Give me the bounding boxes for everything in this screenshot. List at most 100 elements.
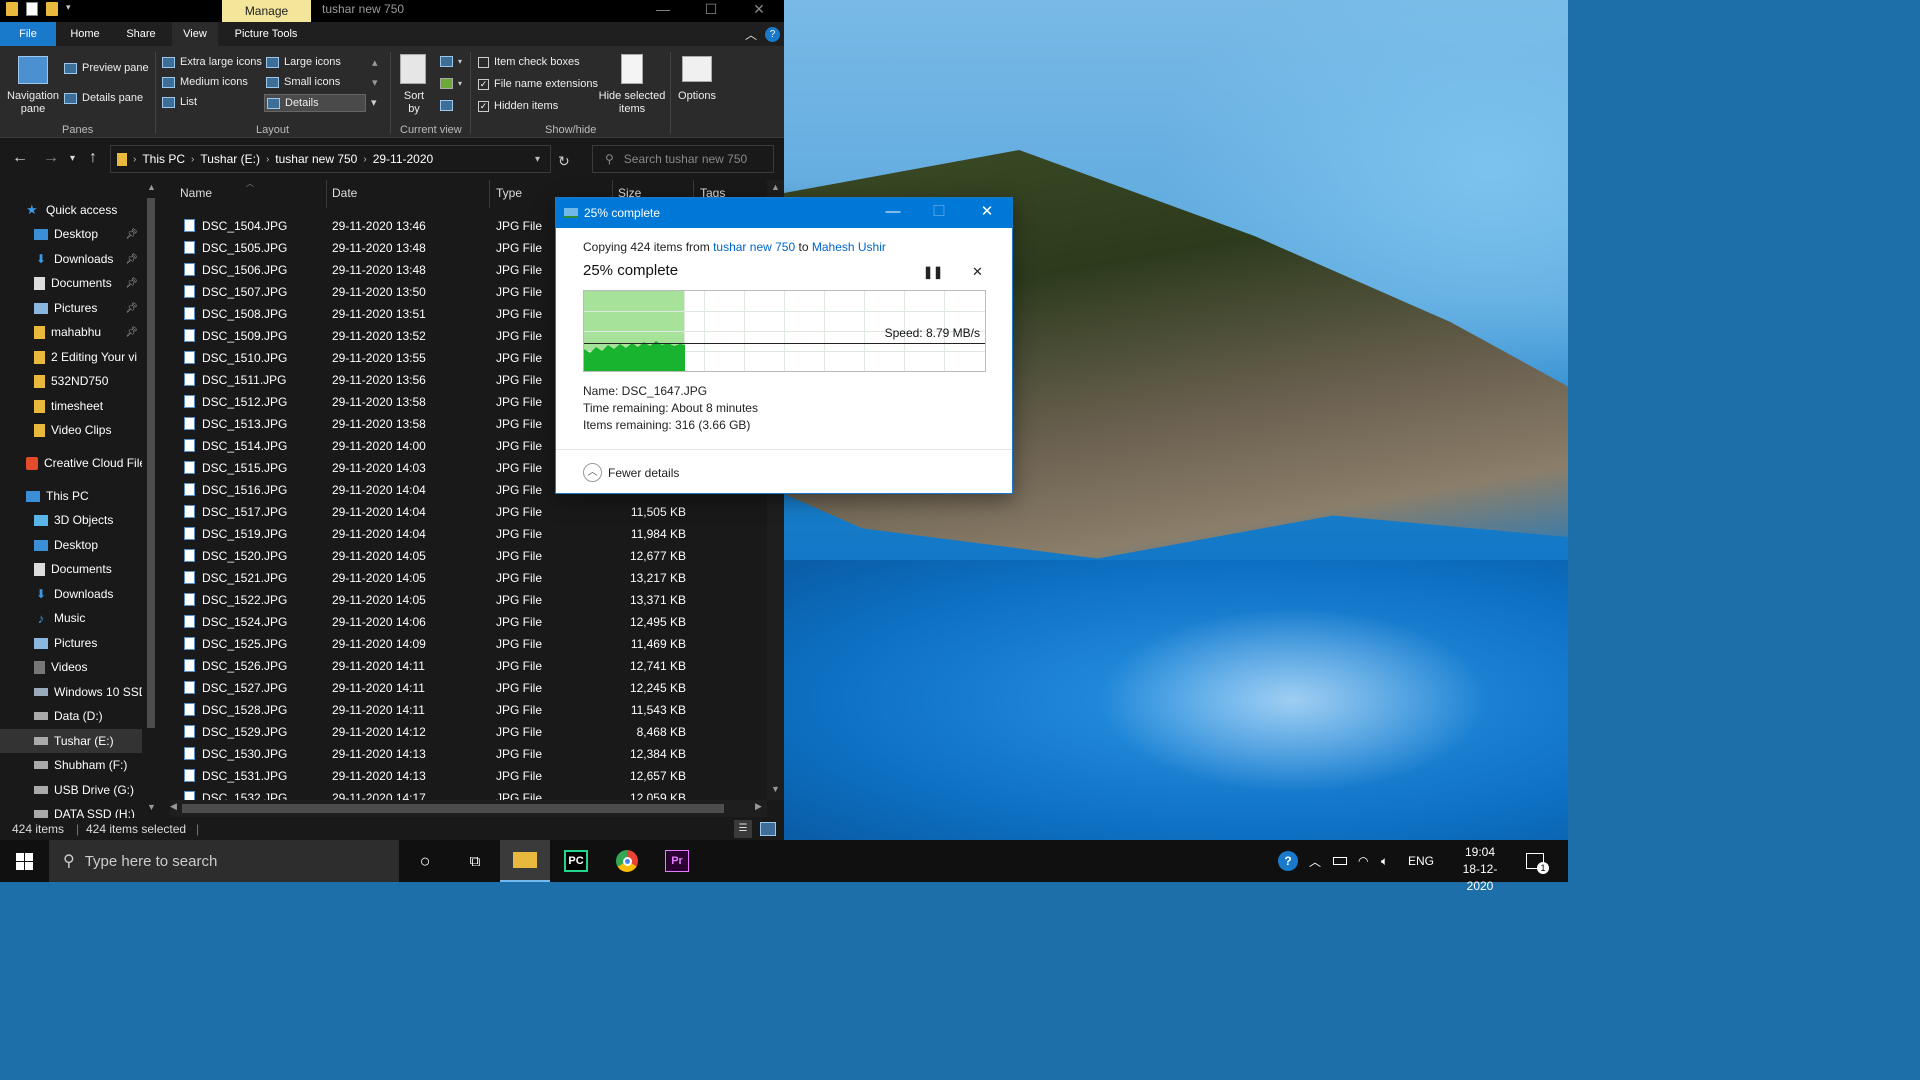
battery-icon[interactable] bbox=[1333, 840, 1347, 882]
nav-scrollbar[interactable]: ▲ ▼ bbox=[145, 182, 157, 818]
nav-quick-downloads[interactable]: ⬇ Downloads 📌︎ bbox=[0, 247, 142, 271]
large-icons-option[interactable]: Large icons bbox=[266, 56, 341, 68]
customize-toolbar-icon[interactable]: ▾ bbox=[66, 2, 76, 16]
file-explorer-icon[interactable] bbox=[500, 840, 550, 882]
wifi-icon[interactable]: ◠ bbox=[1358, 840, 1368, 882]
options-icon[interactable] bbox=[682, 56, 712, 82]
layout-scroll-down-icon[interactable]: ▾ bbox=[372, 76, 378, 89]
nav-quick-video-clips[interactable]: Video Clips bbox=[0, 418, 142, 442]
back-arrow-icon[interactable]: ← bbox=[12, 149, 28, 167]
column-divider[interactable] bbox=[489, 180, 490, 208]
sort-icon[interactable] bbox=[400, 54, 426, 84]
source-folder-link[interactable]: tushar new 750 bbox=[713, 240, 795, 254]
table-row[interactable]: DSC_1529.JPG 29-11-2020 14:12 JPG File 8,46… bbox=[180, 721, 770, 743]
recent-locations-icon[interactable]: ▾ bbox=[70, 153, 75, 164]
scroll-up-icon[interactable]: ▲ bbox=[147, 182, 156, 192]
nav-quick-editing[interactable]: 2 Editing Your vi bbox=[0, 345, 142, 369]
navigation-pane-icon[interactable] bbox=[18, 56, 48, 84]
table-row[interactable]: DSC_1524.JPG 29-11-2020 14:06 JPG File 12,4… bbox=[180, 611, 770, 633]
taskbar-search-box[interactable]: ⚲ Type here to search bbox=[49, 840, 399, 882]
tab-share[interactable]: Share bbox=[116, 22, 166, 46]
up-arrow-icon[interactable]: ↑ bbox=[89, 149, 97, 167]
pycharm-icon[interactable]: PC bbox=[551, 840, 601, 882]
pause-button[interactable]: ❚❚ bbox=[923, 265, 943, 279]
chevron-right-icon[interactable]: › bbox=[133, 154, 136, 165]
dialog-minimize-button[interactable]: — bbox=[870, 198, 916, 228]
nav-quick-access[interactable]: ★ Quick access bbox=[0, 198, 142, 222]
breadcrumb-current-folder[interactable]: 29-11-2020 bbox=[373, 152, 434, 166]
cortana-icon[interactable]: ○ bbox=[400, 840, 450, 882]
breadcrumb-this-pc[interactable]: This PC bbox=[142, 152, 185, 166]
minimize-button[interactable]: — bbox=[640, 0, 686, 22]
scroll-up-icon[interactable]: ▲ bbox=[771, 182, 780, 192]
destination-folder-link[interactable]: Mahesh Ushir bbox=[812, 240, 886, 254]
nav-tushar-e[interactable]: Tushar (E:) bbox=[0, 729, 142, 753]
pin-icon[interactable]: 📌︎ bbox=[125, 254, 138, 265]
table-row[interactable]: DSC_1517.JPG 29-11-2020 14:04 JPG File 11,5… bbox=[180, 501, 770, 523]
extra-large-icons-option[interactable]: Extra large icons bbox=[162, 56, 262, 68]
notifications-icon[interactable]: 1 bbox=[1526, 840, 1549, 882]
address-bar[interactable]: › This PC › Tushar (E:) › tushar new 750… bbox=[110, 145, 551, 173]
scroll-down-icon[interactable]: ▼ bbox=[147, 802, 156, 812]
help-tray-icon[interactable]: ? bbox=[1278, 840, 1298, 882]
medium-icons-option[interactable]: Medium icons bbox=[162, 76, 248, 88]
chevron-down-icon[interactable]: ▾ bbox=[535, 154, 540, 165]
item-check-boxes-toggle[interactable]: Item check boxes bbox=[478, 56, 580, 68]
pin-icon[interactable]: 📌︎ bbox=[125, 327, 138, 338]
dialog-close-button[interactable]: ✕ bbox=[964, 198, 1010, 228]
chevron-right-icon[interactable]: › bbox=[266, 154, 269, 165]
taskbar-clock[interactable]: 19:04 18-12-2020 bbox=[1450, 844, 1510, 895]
column-divider[interactable] bbox=[326, 180, 327, 208]
nav-downloads[interactable]: ⬇ Downloads bbox=[0, 582, 142, 606]
table-row[interactable]: DSC_1520.JPG 29-11-2020 14:05 JPG File 12,6… bbox=[180, 545, 770, 567]
table-row[interactable]: DSC_1532.JPG 29-11-2020 14:17 JPG File 12,0… bbox=[180, 787, 770, 800]
chrome-icon[interactable] bbox=[602, 840, 652, 882]
group-by-button[interactable]: ▾ bbox=[440, 56, 462, 67]
collapse-ribbon-icon[interactable]: ︿ bbox=[745, 26, 757, 43]
tab-view[interactable]: View bbox=[172, 22, 218, 46]
nav-shubham-f[interactable]: Shubham (F:) bbox=[0, 753, 142, 777]
table-row[interactable]: DSC_1531.JPG 29-11-2020 14:13 JPG File 12,6… bbox=[180, 765, 770, 787]
hidden-items-toggle[interactable]: ✓ Hidden items bbox=[478, 100, 558, 112]
start-button[interactable] bbox=[0, 840, 48, 882]
scroll-left-icon[interactable]: ◀ bbox=[170, 801, 177, 812]
column-type[interactable]: Type bbox=[496, 186, 522, 200]
file-name-extensions-toggle[interactable]: ✓ File name extensions bbox=[478, 78, 598, 90]
size-columns-button[interactable] bbox=[440, 100, 453, 111]
table-row[interactable]: DSC_1525.JPG 29-11-2020 14:09 JPG File 11,4… bbox=[180, 633, 770, 655]
pin-icon[interactable]: 📌︎ bbox=[125, 229, 138, 240]
column-name[interactable]: Name bbox=[180, 186, 212, 200]
pin-icon[interactable]: 📌︎ bbox=[125, 278, 138, 289]
navigation-pane-button[interactable]: Navigation pane bbox=[4, 90, 62, 116]
nav-this-pc[interactable]: This PC bbox=[0, 484, 142, 508]
table-row[interactable]: DSC_1527.JPG 29-11-2020 14:11 JPG File 12,2… bbox=[180, 677, 770, 699]
table-row[interactable]: DSC_1519.JPG 29-11-2020 14:04 JPG File 11,9… bbox=[180, 523, 770, 545]
nav-pictures[interactable]: Pictures bbox=[0, 631, 142, 655]
item-check-boxes-checkbox[interactable] bbox=[478, 56, 489, 68]
details-pane-button[interactable]: Details pane bbox=[64, 92, 143, 104]
maximize-button[interactable]: ☐ bbox=[688, 0, 734, 22]
tab-file[interactable]: File bbox=[0, 22, 56, 46]
nav-data-ssd-h[interactable]: DATA SSD (H:) bbox=[0, 802, 142, 818]
nav-usb-g[interactable]: USB Drive (G:) bbox=[0, 778, 142, 802]
tab-home[interactable]: Home bbox=[60, 22, 110, 46]
premiere-icon[interactable]: Pr bbox=[652, 840, 702, 882]
nav-windows-ssd[interactable]: Windows 10 SSD bbox=[0, 680, 142, 704]
task-view-icon[interactable]: ⧉ bbox=[450, 840, 500, 882]
chevron-right-icon[interactable]: › bbox=[363, 154, 366, 165]
nav-3d-objects[interactable]: 3D Objects bbox=[0, 508, 142, 532]
file-name-extensions-checkbox[interactable]: ✓ bbox=[478, 78, 489, 90]
volume-icon[interactable]: 🔈︎ bbox=[1381, 840, 1388, 882]
nav-creative-cloud[interactable]: Creative Cloud File bbox=[0, 451, 142, 475]
pin-icon[interactable]: 📌︎ bbox=[125, 303, 138, 314]
large-icons-view-icon[interactable] bbox=[760, 822, 776, 836]
add-columns-button[interactable]: ▾ bbox=[440, 78, 462, 89]
sort-by-button[interactable]: Sort by bbox=[398, 90, 430, 116]
show-hidden-icons[interactable]: ︿ bbox=[1309, 840, 1321, 882]
nav-quick-documents[interactable]: Documents 📌︎ bbox=[0, 271, 142, 295]
nav-quick-532nd750[interactable]: 532ND750 bbox=[0, 369, 142, 393]
nav-quick-timesheet[interactable]: timesheet bbox=[0, 394, 142, 418]
scroll-down-icon[interactable]: ▼ bbox=[771, 784, 780, 794]
tab-picture-tools[interactable]: Picture Tools bbox=[226, 22, 306, 46]
nav-desktop[interactable]: Desktop bbox=[0, 533, 142, 557]
